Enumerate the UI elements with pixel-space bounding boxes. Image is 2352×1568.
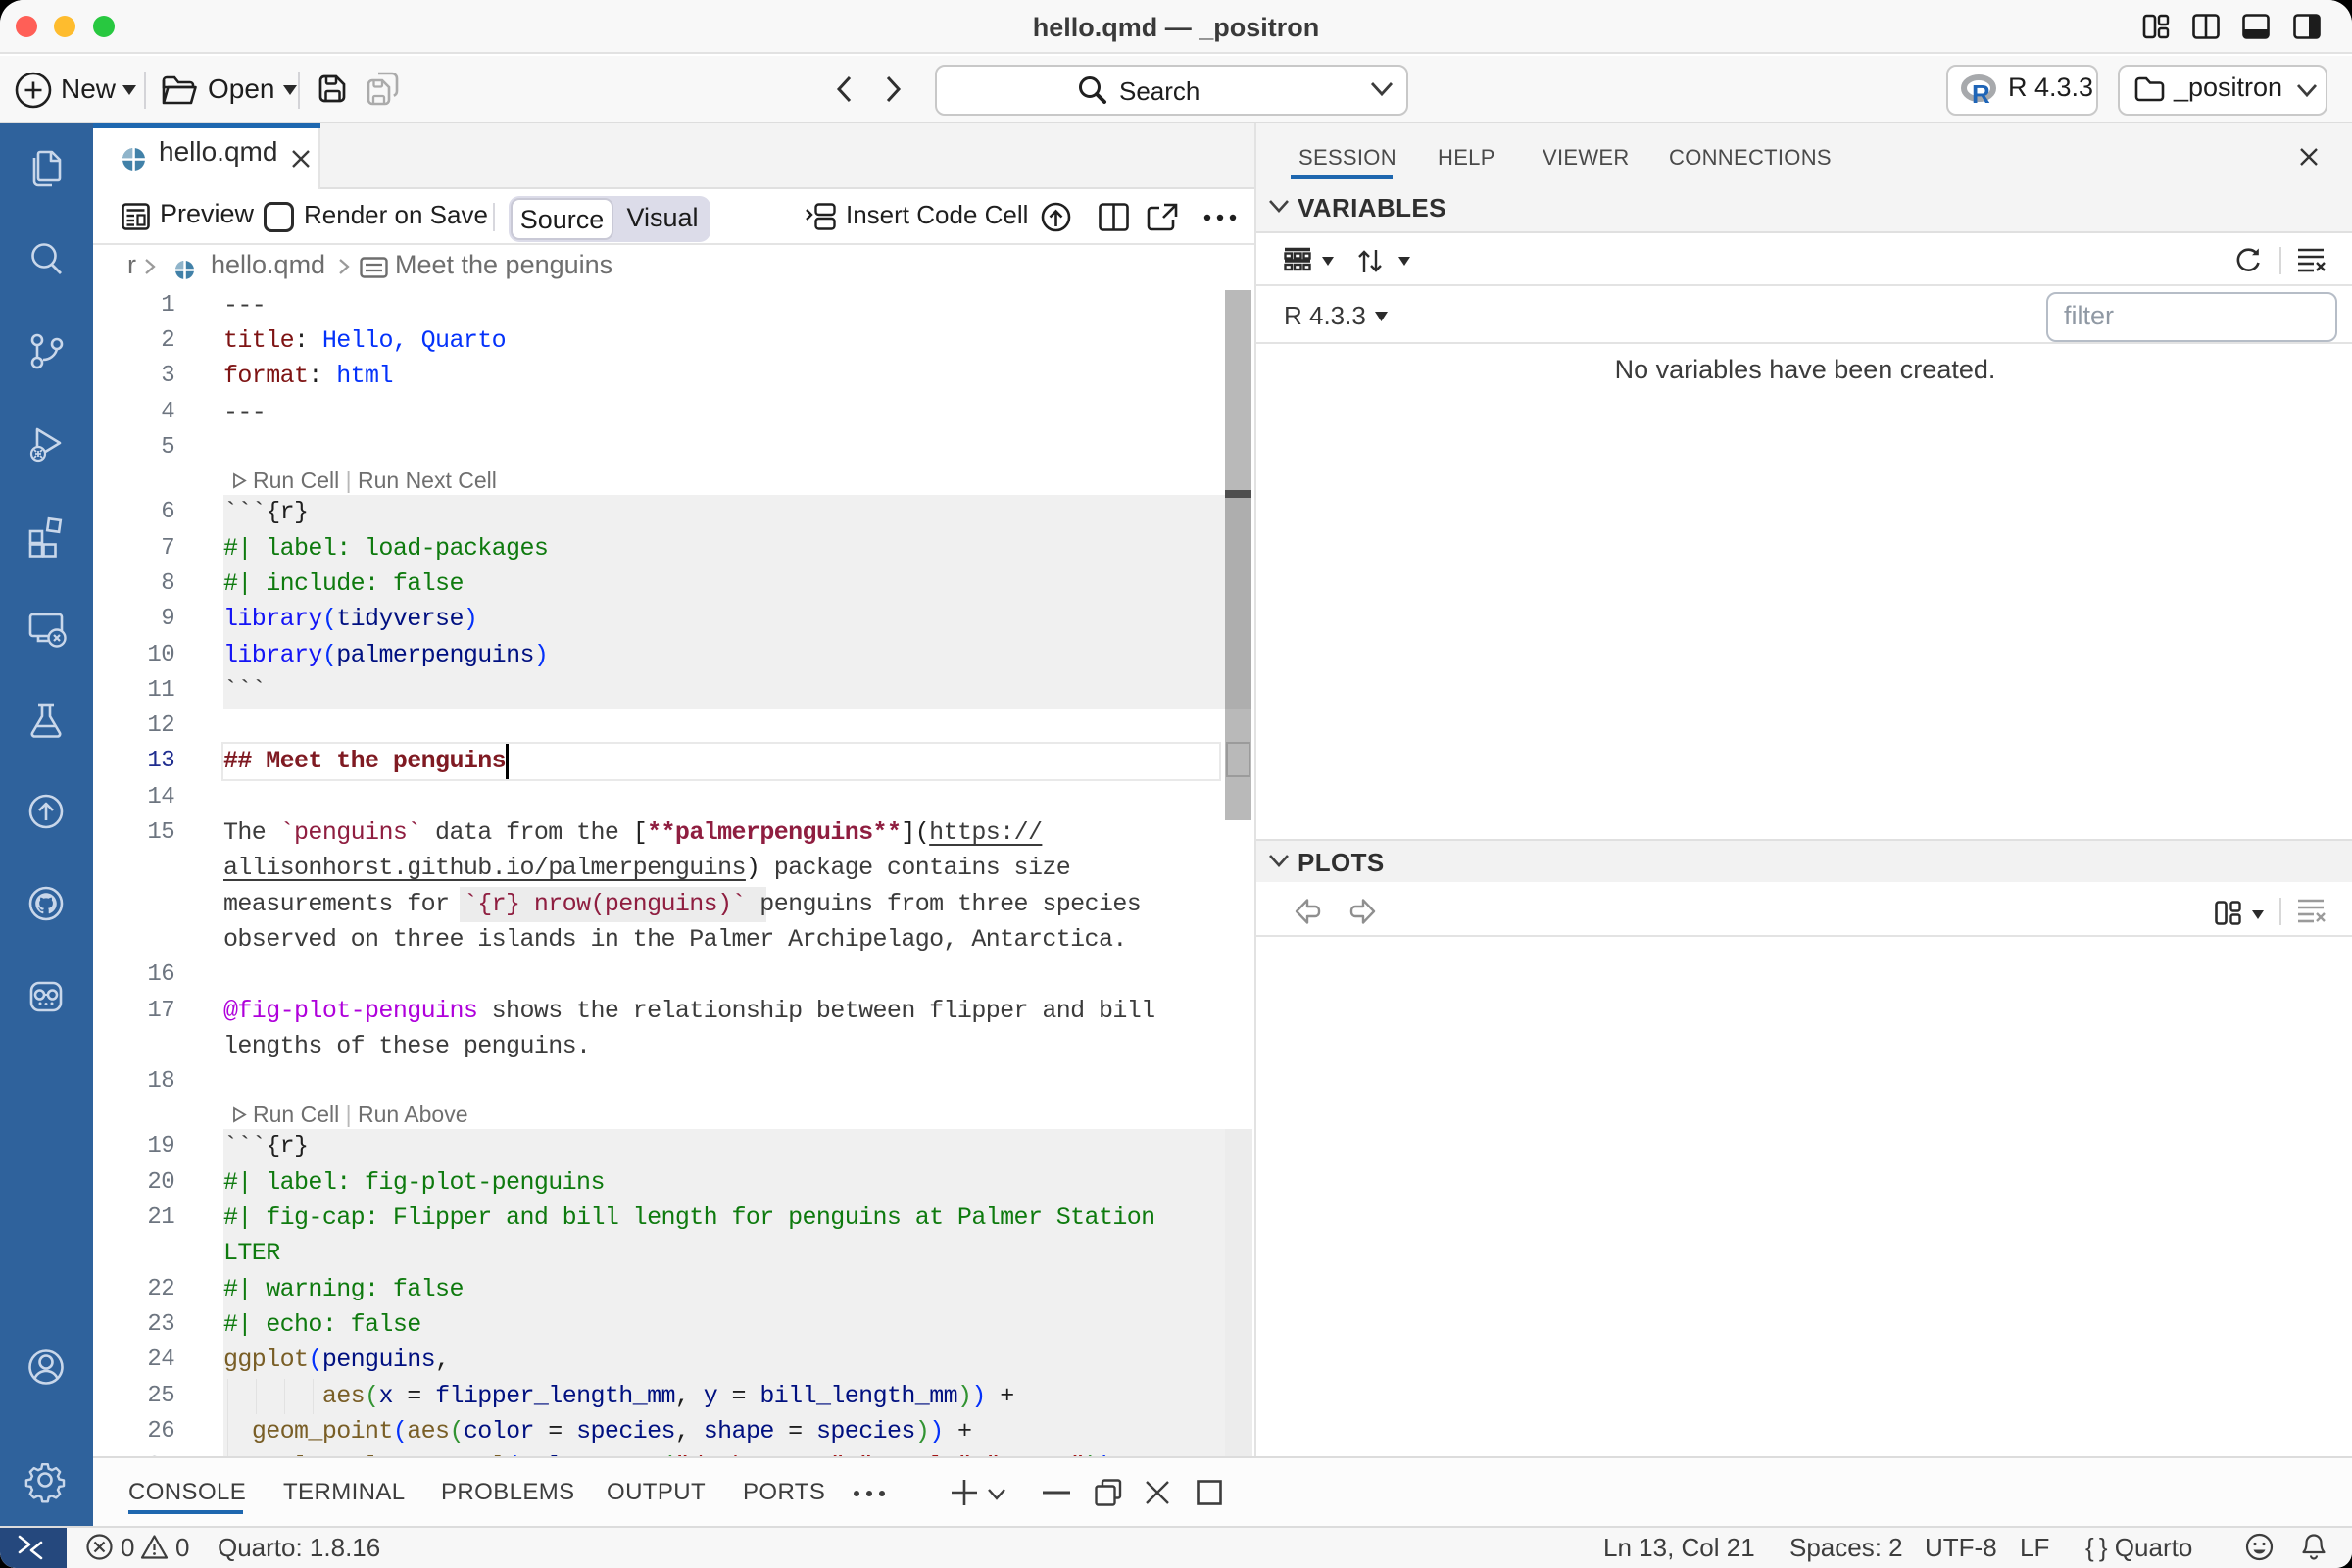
svg-text:R: R xyxy=(1972,79,1990,109)
